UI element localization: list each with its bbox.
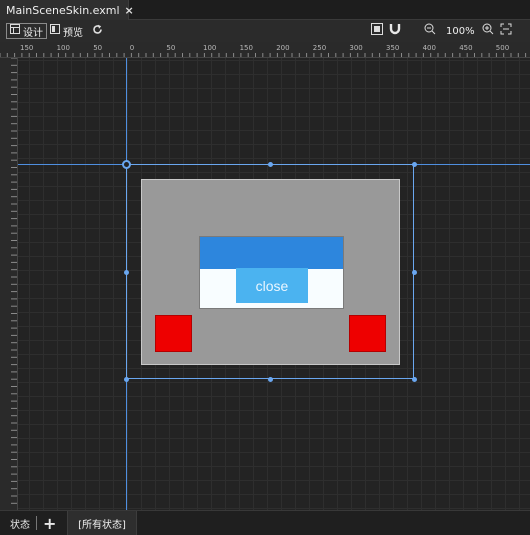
resize-handle-bottom-right[interactable] [412, 377, 417, 382]
vertical-ruler-ticks [11, 58, 17, 504]
design-mode-label: 设计 [23, 27, 43, 39]
horizontal-ruler: 150 100 50 0 50 100 150 200 250 300 350 400 450 500 [0, 42, 530, 58]
resize-handle-left[interactable] [124, 270, 129, 275]
ruler-label: 50 [93, 44, 102, 52]
preview-icon [50, 24, 60, 38]
resize-handle-bottom-left[interactable] [124, 377, 129, 382]
ruler-label: 400 [423, 44, 436, 52]
design-icon [10, 24, 20, 38]
ruler-label: 250 [313, 44, 326, 52]
ruler-label: 100 [57, 44, 70, 52]
fit-screen-icon [500, 23, 512, 39]
selection-box[interactable] [126, 164, 414, 379]
fit-to-screen-button[interactable] [500, 23, 512, 39]
resize-handle-right[interactable] [412, 270, 417, 275]
anchor-point-icon[interactable] [122, 160, 131, 169]
zoom-level: 100% [446, 23, 475, 39]
tab-title: MainSceneSkin.exml [6, 3, 120, 17]
snap-grid-icon [371, 23, 383, 39]
resize-handle-top[interactable] [268, 162, 273, 167]
tab-close-icon[interactable]: × [125, 4, 134, 17]
ruler-label: 450 [459, 44, 472, 52]
state-bar: 状态 + [所有状态] [0, 510, 530, 535]
resize-handle-top-right[interactable] [412, 162, 417, 167]
preview-mode-label: 预览 [63, 27, 83, 39]
magnet-button[interactable] [389, 23, 401, 39]
preview-mode-button[interactable]: 预览 [50, 23, 83, 39]
all-states-tab[interactable]: [所有状态] [67, 511, 137, 535]
ruler-label: 300 [349, 44, 362, 52]
resize-handle-bottom[interactable] [268, 377, 273, 382]
horizontal-ruler-ticks: 150 100 50 0 50 100 150 200 250 300 350 400 450 500 [0, 44, 527, 57]
ruler-label: 150 [240, 44, 253, 52]
ruler-label: 350 [386, 44, 399, 52]
zoom-in-button[interactable] [482, 23, 494, 39]
ruler-label: 0 [130, 44, 134, 52]
state-label: 状态 [10, 519, 30, 531]
ruler-label: 150 [20, 44, 33, 52]
refresh-button[interactable] [92, 23, 103, 39]
refresh-icon [92, 24, 103, 39]
zoom-out-icon [424, 23, 436, 39]
add-state-button[interactable]: + [43, 511, 56, 535]
ruler-label: 100 [203, 44, 216, 52]
tab-mainsceneskin[interactable]: MainSceneSkin.exml × [0, 0, 134, 20]
state-separator [36, 516, 37, 530]
ruler-label: 50 [166, 44, 175, 52]
design-mode-button[interactable]: 设计 [6, 23, 47, 39]
magnet-icon [389, 23, 401, 39]
zoom-out-button[interactable] [424, 23, 436, 39]
zoom-in-icon [482, 23, 494, 39]
document-tab-bar: MainSceneSkin.exml × [0, 0, 530, 20]
zoom-value: 100% [446, 25, 475, 37]
editor-toolbar: 设计 预览 100% [0, 20, 530, 42]
ruler-label: 500 [496, 44, 509, 52]
ruler-label: 200 [276, 44, 289, 52]
vertical-ruler [0, 58, 18, 510]
design-canvas[interactable]: close [18, 58, 530, 510]
snap-to-grid-button[interactable] [371, 23, 383, 39]
